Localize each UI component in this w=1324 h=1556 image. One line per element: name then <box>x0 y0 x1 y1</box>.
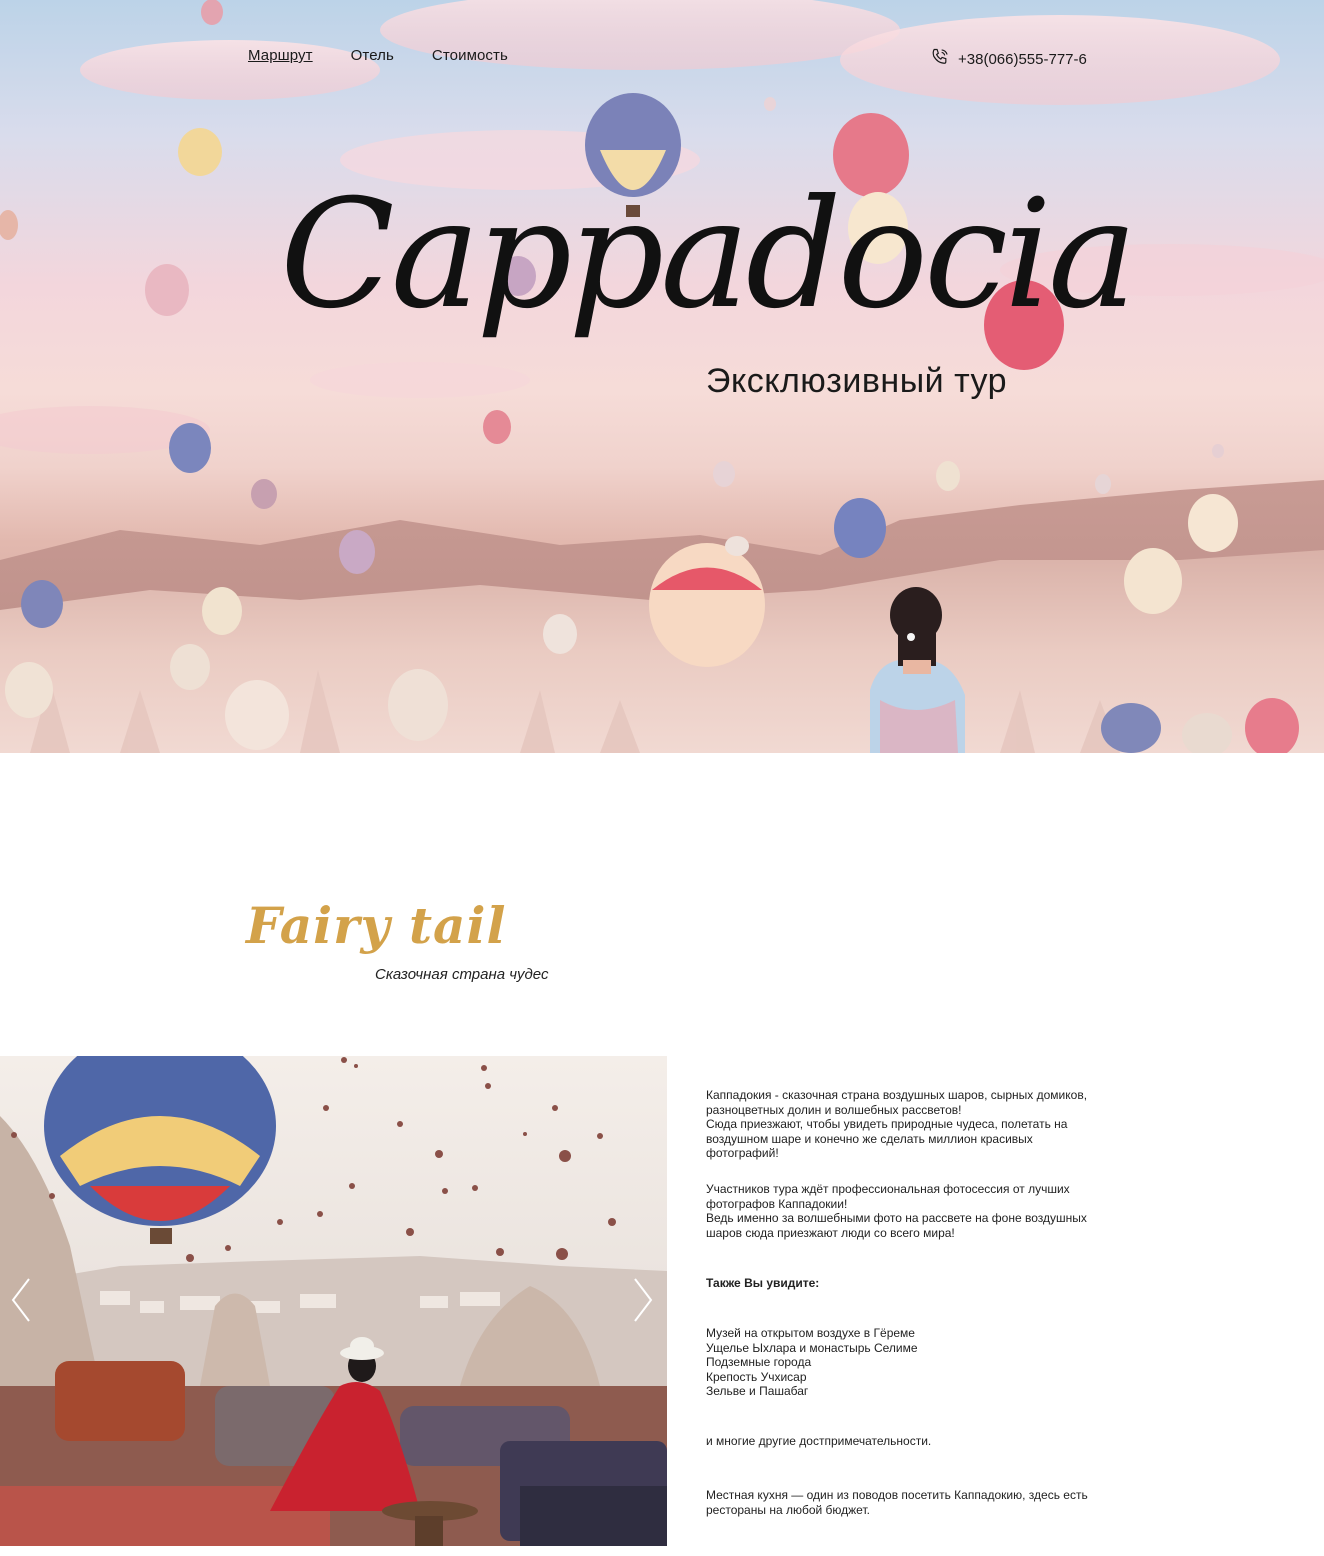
phone-icon <box>930 47 950 72</box>
nav-item-price[interactable]: Стоимость <box>432 47 508 64</box>
hero-title: Cappadocia <box>280 168 1137 342</box>
section-title: Fairy tail <box>246 896 507 955</box>
nav-item-hotel[interactable]: Отель <box>351 47 394 64</box>
section-subtitle: Сказочная страна чудес <box>375 966 549 983</box>
description-photoshoot: Участников тура ждёт профессиональная фо… <box>706 1182 1087 1240</box>
chevron-right-icon <box>634 1278 653 1322</box>
chevron-left-icon <box>11 1278 30 1322</box>
hero-subtitle: Эксклюзивный тур <box>706 362 1008 400</box>
main-nav: Маршрут Отель Стоимость <box>248 47 508 64</box>
nav-item-route[interactable]: Маршрут <box>248 47 313 64</box>
gallery-prev-button[interactable] <box>6 1276 36 1324</box>
hero-section: Маршрут Отель Стоимость +38(066)555-777-… <box>0 0 1324 753</box>
description-sights-heading: Также Вы увидите: <box>706 1276 820 1290</box>
phone-contact[interactable]: +38(066)555-777-6 <box>930 47 1087 72</box>
description-intro: Каппадокия - сказочная страна воздушных … <box>706 1088 1088 1161</box>
phone-number[interactable]: +38(066)555-777-6 <box>958 51 1087 68</box>
photo-gallery <box>0 1056 667 1546</box>
gallery-next-button[interactable] <box>628 1276 658 1324</box>
description-sights-list: Музей на открытом воздухе в Гёреме Ущель… <box>706 1326 918 1399</box>
description-more: и многие другие достпримечательности. <box>706 1434 932 1448</box>
description-cuisine: Местная кухня — один из поводов посетить… <box>706 1488 1088 1517</box>
gallery-photo <box>0 1056 667 1546</box>
hero-background-image <box>0 0 1324 753</box>
